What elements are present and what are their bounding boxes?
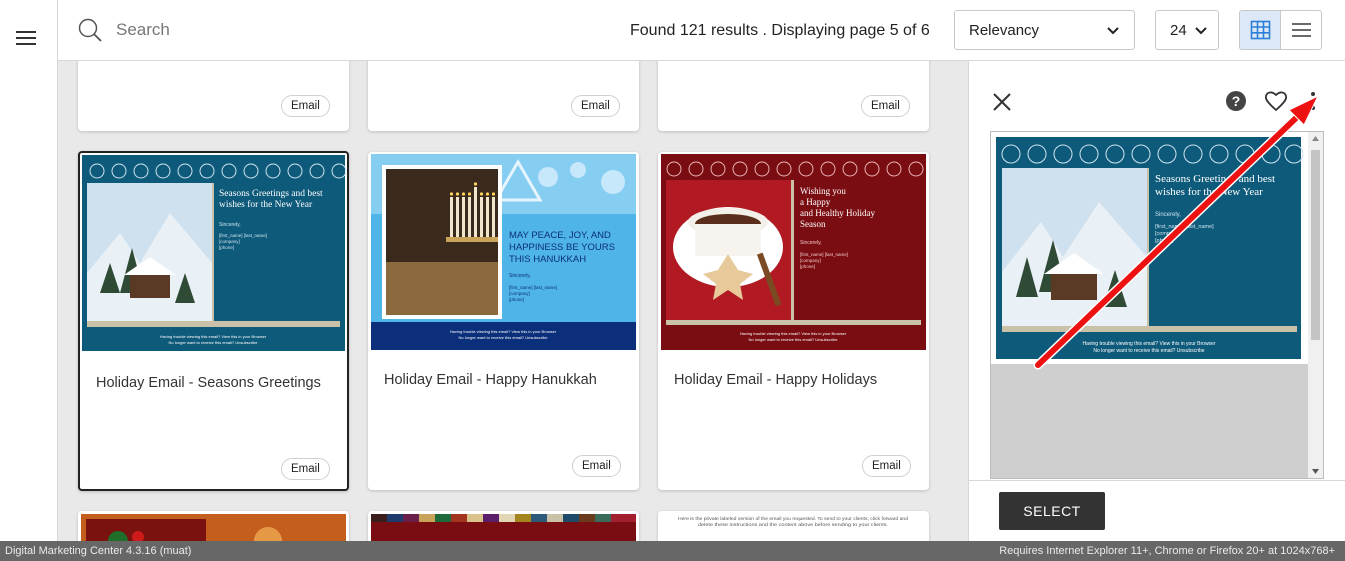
svg-text:Seasons Greetings and best: Seasons Greetings and best bbox=[219, 189, 323, 199]
svg-text:Sincerely,: Sincerely, bbox=[1155, 212, 1181, 218]
template-card[interactable] bbox=[78, 511, 349, 541]
template-card[interactable] bbox=[368, 511, 639, 541]
svg-text:No longer want to receive this: No longer want to receive this email? Un… bbox=[459, 335, 549, 340]
svg-text:THIS HANUKKAH: THIS HANUKKAH bbox=[509, 254, 586, 265]
preview-panel: ? Seasons Greetings and best wishes for … bbox=[968, 61, 1345, 541]
svg-text:No longer want to receive this: No longer want to receive this email? Un… bbox=[749, 337, 839, 342]
template-card[interactable]: Email bbox=[368, 61, 639, 131]
svg-text:HAPPINESS BE YOURS: HAPPINESS BE YOURS bbox=[509, 242, 615, 253]
preview-scrollbar[interactable] bbox=[1308, 132, 1323, 478]
private-label-note: delete these instructions and the conten… bbox=[698, 522, 888, 527]
svg-text:Sincerely,: Sincerely, bbox=[219, 222, 241, 228]
svg-text:[first_name] [last_name]: [first_name] [last_name] bbox=[219, 233, 267, 238]
status-bar: Digital Marketing Center 4.3.16 (muat) R… bbox=[0, 541, 1345, 561]
svg-text:[phone]: [phone] bbox=[1155, 238, 1174, 244]
template-card-seasons-greetings[interactable]: Seasons Greetings and best wishes for th… bbox=[78, 151, 349, 491]
private-label-note: Here is the private labeled version of t… bbox=[678, 516, 908, 521]
search-icon[interactable] bbox=[78, 18, 102, 42]
template-card-happy-hanukkah[interactable]: MAY PEACE, JOY, AND HAPPINESS BE YOURS T… bbox=[368, 152, 639, 490]
svg-text:Having trouble viewing this em: Having trouble viewing this email? View … bbox=[450, 329, 557, 334]
svg-text:wishes for the New Year: wishes for the New Year bbox=[219, 199, 313, 210]
svg-text:MAY PEACE, JOY, AND: MAY PEACE, JOY, AND bbox=[509, 230, 611, 241]
type-badge: Email bbox=[572, 455, 621, 477]
top-bar: Found 121 results . Displaying page 5 of… bbox=[58, 0, 1345, 61]
results-summary: Found 121 results . Displaying page 5 of… bbox=[630, 22, 930, 39]
svg-text:a Happy: a Happy bbox=[800, 197, 831, 207]
svg-text:wishes for the New Year: wishes for the New Year bbox=[1155, 186, 1263, 198]
per-page-value: 24 bbox=[1170, 22, 1187, 39]
sort-select[interactable]: Relevancy bbox=[954, 10, 1135, 50]
template-card[interactable]: Here is the private labeled version of t… bbox=[658, 511, 929, 541]
grid-icon bbox=[1250, 20, 1271, 40]
help-icon[interactable]: ? bbox=[1225, 90, 1247, 112]
svg-text:and Healthy Holiday: and Healthy Holiday bbox=[800, 208, 875, 218]
svg-text:No longer want to receive this: No longer want to receive this email? Un… bbox=[169, 340, 259, 345]
type-badge: Email bbox=[862, 455, 911, 477]
per-page-select[interactable]: 24 bbox=[1155, 10, 1219, 50]
card-title: Holiday Email - Happy Holidays bbox=[674, 372, 878, 388]
more-vertical-icon[interactable] bbox=[1308, 89, 1318, 113]
sort-value: Relevancy bbox=[969, 22, 1040, 39]
svg-text:?: ? bbox=[1232, 93, 1241, 109]
svg-text:Having trouble viewing this em: Having trouble viewing this email? View … bbox=[1082, 341, 1215, 347]
scrollbar-thumb[interactable] bbox=[1311, 150, 1320, 340]
view-toggle bbox=[1239, 10, 1322, 50]
app-root: Found 121 results . Displaying page 5 of… bbox=[0, 0, 1345, 561]
svg-text:[phone]: [phone] bbox=[800, 264, 815, 269]
svg-text:[company]: [company] bbox=[219, 239, 240, 244]
svg-text:[phone]: [phone] bbox=[219, 245, 234, 250]
heart-icon[interactable] bbox=[1264, 90, 1288, 112]
svg-text:Sincerely,: Sincerely, bbox=[800, 240, 822, 246]
chevron-down-icon bbox=[1107, 27, 1119, 35]
template-thumbnail: Here is the private labeled version of t… bbox=[661, 514, 926, 541]
card-title: Holiday Email - Seasons Greetings bbox=[96, 375, 321, 391]
svg-text:[company]: [company] bbox=[509, 291, 530, 296]
scroll-up-icon[interactable] bbox=[1308, 132, 1323, 146]
template-gallery: Email Email Email Seasons Greetings and … bbox=[58, 61, 968, 541]
type-badge: Email bbox=[281, 95, 330, 117]
template-thumbnail bbox=[371, 514, 636, 541]
template-card-happy-holidays[interactable]: Wishing you a Happy and Healthy Holiday … bbox=[658, 152, 929, 490]
svg-text:Seasons Greetings and best: Seasons Greetings and best bbox=[1155, 173, 1275, 185]
svg-text:No longer want to receive this: No longer want to receive this email? Un… bbox=[1093, 348, 1204, 354]
chevron-down-icon bbox=[1195, 27, 1207, 35]
type-badge: Email bbox=[281, 458, 330, 480]
grid-view-button[interactable] bbox=[1240, 11, 1281, 49]
svg-text:[first_name] [last_name]: [first_name] [last_name] bbox=[1155, 224, 1214, 230]
svg-text:[first_name] [last_name]: [first_name] [last_name] bbox=[509, 285, 557, 290]
svg-text:Having trouble viewing this em: Having trouble viewing this email? View … bbox=[160, 334, 267, 339]
type-badge: Email bbox=[861, 95, 910, 117]
svg-text:Season: Season bbox=[800, 219, 826, 229]
preview-image: Seasons Greetings and best wishes for th… bbox=[991, 132, 1309, 364]
menu-icon[interactable] bbox=[16, 31, 36, 45]
svg-text:Wishing you: Wishing you bbox=[800, 186, 846, 196]
svg-text:[company]: [company] bbox=[1155, 231, 1181, 237]
template-card[interactable]: Email bbox=[78, 61, 349, 131]
svg-text:[company]: [company] bbox=[800, 258, 821, 263]
svg-text:[phone]: [phone] bbox=[509, 297, 524, 302]
search-input[interactable] bbox=[116, 16, 356, 44]
select-button[interactable]: SELECT bbox=[999, 492, 1105, 530]
card-title: Holiday Email - Happy Hanukkah bbox=[384, 372, 597, 388]
panel-footer: SELECT bbox=[969, 480, 1345, 541]
left-rail bbox=[0, 0, 58, 561]
browser-requirements: Requires Internet Explorer 11+, Chrome o… bbox=[999, 545, 1335, 557]
template-preview[interactable]: Seasons Greetings and best wishes for th… bbox=[990, 131, 1324, 479]
scroll-down-icon[interactable] bbox=[1308, 464, 1323, 478]
svg-text:[first_name] [last_name]: [first_name] [last_name] bbox=[800, 252, 848, 257]
template-thumbnail: Seasons Greetings and best wishes for th… bbox=[82, 155, 347, 351]
list-view-button[interactable] bbox=[1281, 11, 1321, 49]
list-icon bbox=[1292, 23, 1311, 37]
template-thumbnail: MAY PEACE, JOY, AND HAPPINESS BE YOURS T… bbox=[371, 154, 636, 350]
svg-text:Having trouble viewing this em: Having trouble viewing this email? View … bbox=[740, 331, 847, 336]
template-thumbnail: Wishing you a Happy and Healthy Holiday … bbox=[661, 154, 926, 350]
close-icon[interactable] bbox=[991, 91, 1013, 113]
type-badge: Email bbox=[571, 95, 620, 117]
svg-text:Sincerely,: Sincerely, bbox=[509, 273, 531, 279]
template-card[interactable]: Email bbox=[658, 61, 929, 131]
app-version: Digital Marketing Center 4.3.16 (muat) bbox=[5, 545, 192, 557]
template-thumbnail bbox=[81, 514, 346, 541]
